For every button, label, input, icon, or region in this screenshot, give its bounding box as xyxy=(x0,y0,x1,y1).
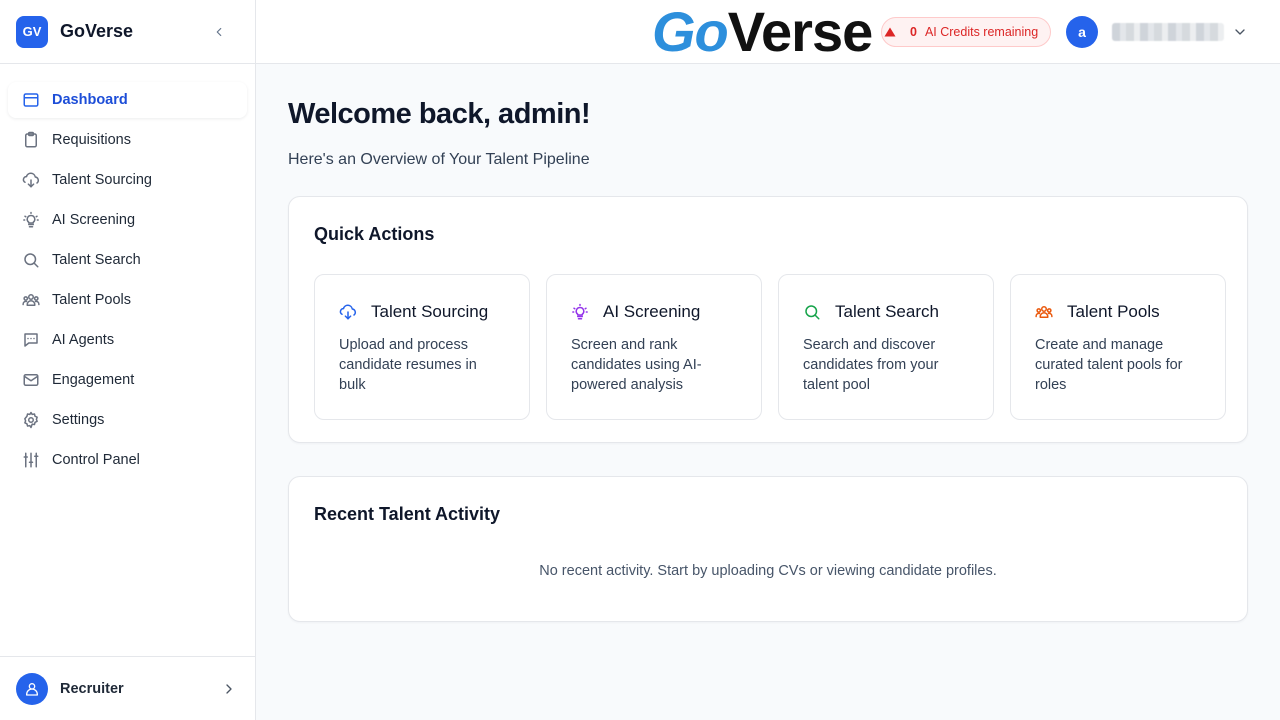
users-icon xyxy=(22,291,40,309)
sidebar-item-ai-screening[interactable]: AI Screening xyxy=(8,202,247,238)
chevron-right-icon xyxy=(221,681,237,697)
sidebar-item-label: AI Agents xyxy=(52,332,115,348)
quick-action-description: Search and discover candidates from your… xyxy=(803,337,939,393)
quick-action-talent-pools[interactable]: Talent Pools Create and manage curated t… xyxy=(1010,274,1226,420)
sidebar-header: GV GoVerse xyxy=(0,0,255,64)
quick-action-title: Talent Sourcing xyxy=(371,302,489,321)
clipboard-icon xyxy=(22,131,40,149)
quick-action-talent-sourcing[interactable]: Talent Sourcing Upload and process candi… xyxy=(314,274,530,420)
sidebar-item-label: Talent Search xyxy=(52,252,141,268)
user-name-redacted xyxy=(1112,23,1224,41)
recent-activity-card: Recent Talent Activity No recent activit… xyxy=(288,476,1248,622)
lightbulb-icon xyxy=(22,211,40,229)
lightbulb-icon xyxy=(571,303,589,321)
search-icon xyxy=(803,303,821,321)
sidebar-item-label: Requisitions xyxy=(52,132,131,148)
quick-actions-card: Quick Actions Talent Sourcing Upload and… xyxy=(288,196,1248,443)
cloud-download-icon xyxy=(339,303,357,321)
sidebar-item-dashboard[interactable]: Dashboard xyxy=(8,82,247,118)
main-content: Welcome back, admin! Here's an Overview … xyxy=(288,96,1248,622)
user-avatar: a xyxy=(1066,16,1098,48)
ai-credits-badge[interactable]: 0 AI Credits remaining xyxy=(881,17,1052,47)
sidebar-item-control-panel[interactable]: Control Panel xyxy=(8,442,247,478)
sidebar-item-talent-sourcing[interactable]: Talent Sourcing xyxy=(8,162,247,198)
quick-action-title: Talent Pools xyxy=(1067,302,1160,321)
quick-actions-list: Talent Sourcing Upload and process candi… xyxy=(314,274,1226,420)
sidebar-nav: Dashboard Requisitions Talent Sourcing A… xyxy=(0,64,255,478)
chevron-left-icon xyxy=(216,27,222,36)
sidebar-item-ai-agents[interactable]: AI Agents xyxy=(8,322,247,358)
quick-action-description: Create and manage curated talent pools f… xyxy=(1035,337,1183,393)
sidebar-item-settings[interactable]: Settings xyxy=(8,402,247,438)
sidebar-item-label: Control Panel xyxy=(52,452,140,468)
quick-action-talent-search[interactable]: Talent Search Search and discover candid… xyxy=(778,274,994,420)
avatar xyxy=(16,672,48,705)
recent-activity-title: Recent Talent Activity xyxy=(314,504,501,524)
sidebar-item-talent-search[interactable]: Talent Search xyxy=(8,242,247,278)
account-switcher[interactable]: Recruiter xyxy=(0,656,255,720)
alert-triangle-icon xyxy=(884,26,896,41)
brand-logo[interactable]: Go Verse xyxy=(652,0,873,63)
collapse-sidebar-button[interactable] xyxy=(211,24,227,40)
sidebar-item-talent-pools[interactable]: Talent Pools xyxy=(8,282,247,318)
sidebar-item-label: Engagement xyxy=(52,372,135,388)
search-icon xyxy=(22,251,40,269)
app-logo[interactable]: GV xyxy=(16,15,48,48)
quick-action-title: AI Screening xyxy=(603,302,701,321)
quick-action-title: Talent Search xyxy=(835,302,939,321)
page-title: Welcome back, admin! xyxy=(288,98,591,130)
sidebar-item-label: AI Screening xyxy=(52,212,136,228)
sidebar-item-label: Dashboard xyxy=(52,92,128,108)
brand-logo-go: Go xyxy=(652,0,729,63)
empty-state-message: No recent activity. Start by uploading C… xyxy=(539,563,997,579)
chevron-down-icon xyxy=(1232,24,1248,40)
ai-credits-count: 0 xyxy=(910,25,917,39)
users-icon xyxy=(1035,303,1053,321)
gear-icon xyxy=(22,411,40,429)
sidebar-item-label: Settings xyxy=(52,412,105,428)
sidebar-item-requisitions[interactable]: Requisitions xyxy=(8,122,247,158)
sidebar: GV GoVerse Dashboard Requisitions Talent… xyxy=(0,0,256,720)
quick-actions-title: Quick Actions xyxy=(314,224,435,244)
app-name: GoVerse xyxy=(60,21,134,41)
quick-action-description: Upload and process candidate resumes in … xyxy=(339,337,477,393)
cloud-download-icon xyxy=(22,171,40,189)
user-role: Recruiter xyxy=(60,680,124,697)
sidebar-item-label: Talent Pools xyxy=(52,292,131,308)
user-menu[interactable]: a xyxy=(1066,16,1248,48)
brand-logo-verse: Verse xyxy=(727,0,873,63)
chat-icon xyxy=(22,331,40,349)
top-bar: Go Verse 0 AI Credits remaining a xyxy=(256,0,1280,64)
dashboard-icon xyxy=(22,91,40,109)
quick-action-ai-screening[interactable]: AI Screening Screen and rank candidates … xyxy=(546,274,762,420)
sidebar-item-engagement[interactable]: Engagement xyxy=(8,362,247,398)
user-icon xyxy=(26,682,38,696)
mail-icon xyxy=(22,371,40,389)
quick-action-description: Screen and rank candidates using AI-powe… xyxy=(571,337,702,393)
sidebar-item-label: Talent Sourcing xyxy=(52,172,152,188)
page-subtitle: Here's an Overview of Your Talent Pipeli… xyxy=(288,151,590,168)
ai-credits-label: AI Credits remaining xyxy=(924,25,1039,39)
sliders-icon xyxy=(22,451,40,469)
